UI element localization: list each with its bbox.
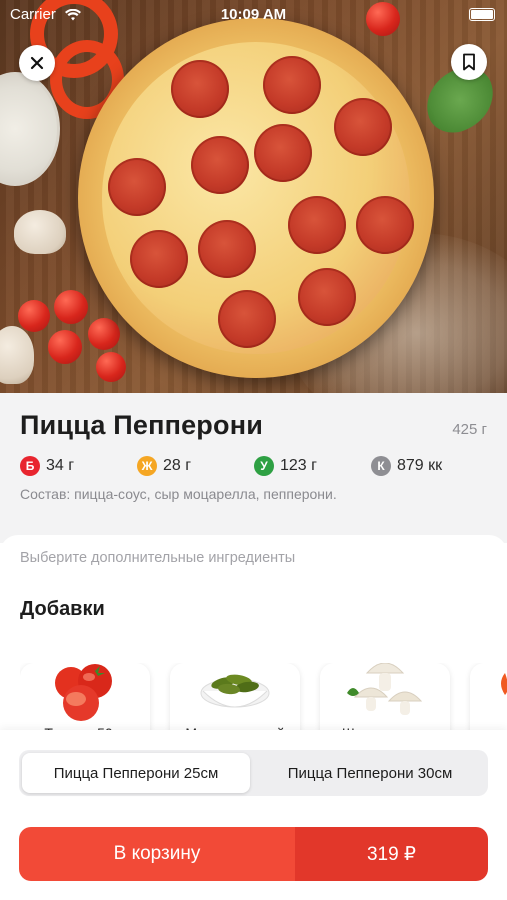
close-icon bbox=[30, 56, 44, 70]
protein-badge: Б bbox=[20, 456, 40, 476]
calories-value: 879 кк bbox=[397, 457, 443, 474]
fat-value: 28 г bbox=[163, 457, 192, 474]
product-hero-image bbox=[0, 0, 507, 393]
tomato bbox=[54, 290, 88, 324]
product-composition: Состав: пицца-соус, сыр моцарелла, пеппе… bbox=[20, 486, 337, 502]
protein-value: 34 г bbox=[46, 457, 75, 474]
tomato bbox=[88, 318, 120, 350]
calories-badge: К bbox=[371, 456, 391, 476]
bookmark-icon bbox=[463, 53, 475, 71]
pepperoni-slice bbox=[198, 220, 256, 278]
carbs-value: 123 г bbox=[280, 457, 317, 474]
pepperoni-slice bbox=[298, 268, 356, 326]
nutrient-protein: Б 34 г bbox=[20, 456, 74, 476]
nutrient-calories: К 879 кк bbox=[371, 456, 442, 476]
tomato bbox=[96, 352, 126, 382]
pepperoni-slice bbox=[356, 196, 414, 254]
pepperoni-slice bbox=[334, 98, 392, 156]
extra-card-tomato[interactable]: Томаты 50гр bbox=[20, 663, 150, 733]
extras-hint: Выберите дополнительные ингредиенты bbox=[20, 550, 296, 566]
pickles-icon bbox=[200, 674, 270, 708]
mushroom-icon bbox=[347, 663, 423, 715]
pepper-icon bbox=[501, 673, 507, 695]
extra-card-pickles[interactable]: Маринованный bbox=[170, 663, 300, 733]
size-option-25[interactable]: Пицца Пепперони 25см bbox=[22, 753, 250, 793]
pepperoni-slice bbox=[171, 60, 229, 118]
close-button[interactable] bbox=[19, 45, 55, 81]
pepperoni-slice bbox=[263, 56, 321, 114]
pepperoni-slice bbox=[191, 136, 249, 194]
extra-card-pepper[interactable]: Пе bbox=[470, 663, 507, 733]
pepperoni-slice bbox=[218, 290, 276, 348]
mushroom bbox=[14, 210, 66, 254]
add-to-cart-button[interactable]: В корзину 319 ₽ bbox=[19, 827, 488, 881]
pepperoni-slice bbox=[288, 196, 346, 254]
nutrient-fat: Ж 28 г bbox=[137, 456, 191, 476]
battery-icon bbox=[469, 8, 495, 21]
nutrient-carbs: У 123 г bbox=[254, 456, 317, 476]
bookmark-button[interactable] bbox=[451, 44, 487, 80]
carbs-badge: У bbox=[254, 456, 274, 476]
extra-card-mushrooms[interactable]: Шампиньоны bbox=[320, 663, 450, 733]
cart-price: 319 ₽ bbox=[295, 827, 488, 881]
tomato bbox=[18, 300, 50, 332]
bottom-bar: Пицца Пепперони 25см Пицца Пепперони 30с… bbox=[0, 730, 507, 900]
size-selector[interactable]: Пицца Пепперони 25см Пицца Пепперони 30с… bbox=[19, 750, 488, 796]
extras-section-title: Добавки bbox=[20, 598, 105, 620]
size-option-30[interactable]: Пицца Пепперони 30см bbox=[255, 753, 485, 793]
pizza bbox=[78, 18, 434, 378]
tomato-icon bbox=[55, 664, 112, 721]
nutrition-facts: Б 34 г Ж 28 г У 123 г К 879 кк bbox=[20, 456, 490, 478]
pepperoni-slice bbox=[130, 230, 188, 288]
status-time: 10:09 AM bbox=[220, 6, 287, 23]
product-weight: 425 г bbox=[452, 421, 487, 438]
product-info: Пицца Пепперони 425 г Б 34 г Ж 28 г У 12… bbox=[0, 393, 507, 543]
add-to-cart-label: В корзину bbox=[19, 827, 295, 881]
pepperoni-slice bbox=[108, 158, 166, 216]
extras-carousel[interactable]: Томаты 50гр Маринованный Шампиньоны bbox=[20, 663, 507, 733]
product-title: Пицца Пепперони bbox=[20, 410, 263, 440]
fat-badge: Ж bbox=[137, 456, 157, 476]
pepperoni-slice bbox=[254, 124, 312, 182]
status-bar: Carrier 10:09 AM bbox=[0, 0, 507, 30]
tomato bbox=[48, 330, 82, 364]
